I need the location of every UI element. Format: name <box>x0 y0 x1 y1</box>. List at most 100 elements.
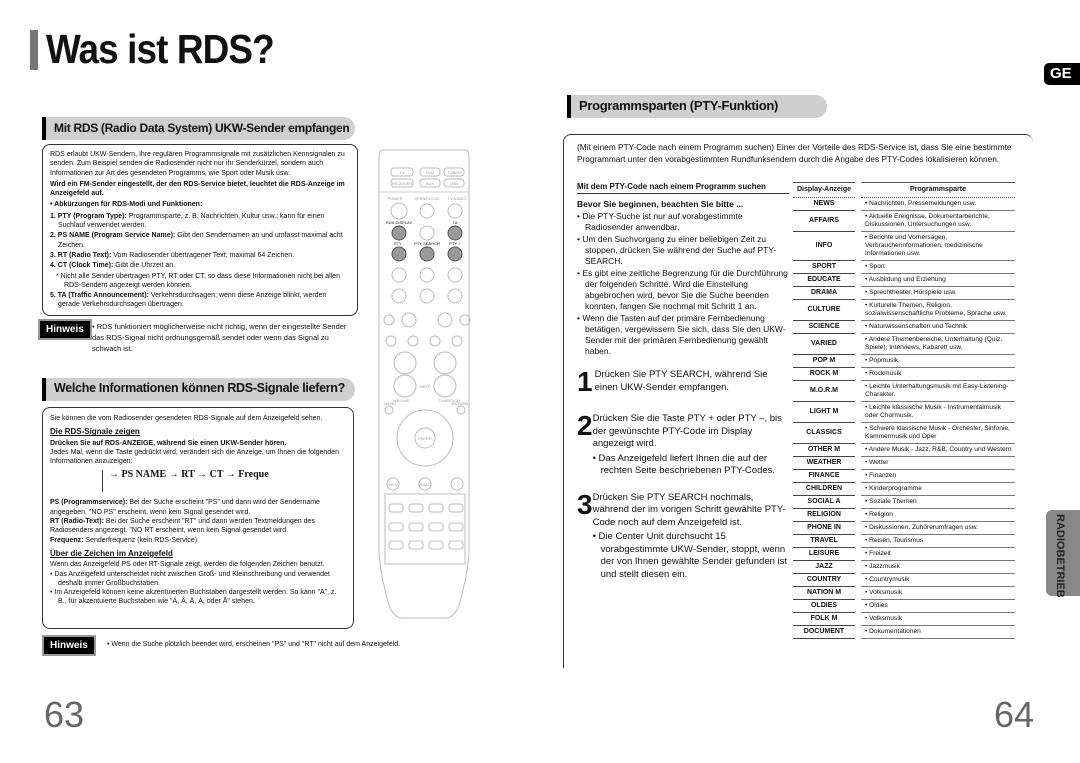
table-row: M.O.R.M • Leichte Unterhaltungsmusik mit … <box>793 380 1015 402</box>
pty-table-wrapper: Display-Anzeige Programmsparte NEWS • Nac… <box>793 182 1015 639</box>
pty-description: • Sport <box>861 260 1015 274</box>
term: Frequenz: <box>50 536 84 544</box>
term: RT (Radio-Text): <box>50 518 104 526</box>
signals-box: Sie können die vom Radiosender gesendete… <box>42 407 354 629</box>
pty-description: • Finanzen <box>861 469 1015 483</box>
table-row: DRAMA • Sprechtheater, Hörspiele usw. <box>793 286 1015 300</box>
page-number: 64 <box>994 694 1035 735</box>
pty-description: • Freizeit <box>861 547 1015 561</box>
table-row: LEISURE • Freizeit <box>793 547 1015 561</box>
before-heading: Bevor Sie beginnen, beachten Sie bitte .… <box>577 199 744 209</box>
pty-code: COUNTRY <box>793 573 855 587</box>
pty-description: • Schwere klassische Musik - Orchester, … <box>861 422 1015 444</box>
bullet: • Die PTY-Suche ist nur auf vorabgestimm… <box>577 211 743 232</box>
step-number: 3 <box>577 488 593 520</box>
pty-description: • Berichte und Vorhersagen, Verbraucheri… <box>861 231 1015 261</box>
pty-code: DOCUMENT <box>793 625 855 639</box>
term: 4. CT (Clock Time): <box>50 262 114 270</box>
pty-code: LIGHT M <box>793 401 855 423</box>
remote-control-illustration: TV DVD TUNER RECEIVER AUX USB POWER OPEN… <box>378 149 471 619</box>
subheading: Mit dem PTY-Code nach einem Programm suc… <box>577 181 789 194</box>
pty-code: CHILDREN <box>793 482 855 496</box>
open-close-label: OPEN/CLOSE <box>414 196 440 201</box>
bold-note: Wird ein FM-Sender eingestellt, der den … <box>50 180 345 198</box>
table-row: COUNTRY • Countrymusik <box>793 573 1015 587</box>
pty-description: • Kinderprogramme <box>861 482 1015 496</box>
title-accent-bar <box>30 30 38 70</box>
display-cycle-diagram: → PS NAME → RT → CT → Freque <box>102 470 346 493</box>
table-row: ROCK M • Rockmusik <box>793 367 1015 381</box>
pty-description: • Andere Musik - Jazz, R&B, Country und … <box>861 443 1015 457</box>
step-3: 3 Drücken Sie PTY SEARCH nochmals, währen… <box>577 488 789 582</box>
pty-search-label: PTY SEARCH <box>414 241 440 246</box>
dvd-button-label: DVD <box>426 170 435 175</box>
definition: Senderfrequenz (kein RDS-Service) <box>83 536 198 544</box>
usb-button-label: USB <box>450 181 459 186</box>
bullet: • Wenn die Tasten auf der primäre Fernbe… <box>577 313 786 356</box>
pty-description: • Popmusik <box>861 354 1015 368</box>
table-row: JAZZ • Jazzmusik <box>793 560 1015 574</box>
step-1: 1 Drücken Sie PTY SEARCH, während Sie ein… <box>577 368 789 396</box>
pty-description: • Kulturelle Themen, Religion, sozialwis… <box>861 299 1015 321</box>
receiver-button-label: RECEIVER <box>392 181 413 186</box>
pty-code: LEISURE <box>793 547 855 561</box>
ta-label: TA <box>453 220 458 225</box>
pty-code: CULTURE <box>793 299 855 321</box>
term: 2. PS NAME (Program Service Name): <box>50 232 176 240</box>
term: 1. PTY (Program Type): <box>50 212 127 220</box>
pty-description: • Jazzmusik <box>861 560 1015 574</box>
table-row: SOCIAL A • Soziale Themen <box>793 495 1015 509</box>
pty-code: VARIED <box>793 333 855 355</box>
column-header: Display-Anzeige <box>793 182 855 198</box>
definition: Gibt die Uhrzeit an. <box>113 262 176 270</box>
enter-label: ENTER <box>418 436 432 441</box>
pty-code: INFO <box>793 231 855 261</box>
mute-label: MUTE <box>419 384 431 389</box>
abbr-title: • Abkürzungen für RDS-Modi und Funktione… <box>50 201 203 209</box>
pty-code: FOLK M <box>793 612 855 626</box>
table-row: EDUCATE • Ausbildung und Erziehung <box>793 273 1015 287</box>
pty-code: AFFAIRS <box>793 210 855 232</box>
pty-code: ROCK M <box>793 367 855 381</box>
intro-text: Sie können die vom Radiosender gesendete… <box>50 415 323 422</box>
pty-description: • Dokumentationen <box>861 625 1015 639</box>
section-heading-pty: Programmsparten (PTY-Funktion) <box>567 95 827 118</box>
hinweis-label: Hinweis <box>38 319 92 340</box>
pty-description: • Leichte klassische Musik - Instrumenta… <box>861 401 1015 423</box>
table-row: FINANCE • Finanzen <box>793 469 1015 483</box>
page-number: 63 <box>44 694 85 735</box>
bullet: • Es gibt eine zeitliche Begrenzung für … <box>577 268 788 311</box>
step-text: Drücken Sie PTY SEARCH, während Sie eine… <box>594 369 768 393</box>
pty-code: RELIGION <box>793 508 855 522</box>
table-row: AFFAIRS • Aktuelle Ereignisse, Dokumentar… <box>793 210 1015 232</box>
language-badge: GE <box>1044 63 1080 85</box>
text: Wenn das Anzeigefeld PS oder RT-Signale … <box>50 561 325 569</box>
bullet: • Das Anzeigefeld unterscheidet nicht zw… <box>50 570 330 587</box>
pty-plus-label: PTY + <box>449 241 461 246</box>
pty-description: • Leichte Unterhaltungsmusik mit Easy-Li… <box>861 380 1015 402</box>
section-heading-signals: Welche Informationen können RDS-Signale … <box>42 378 355 401</box>
table-row: CLASSICS • Schwere klassische Musik - Orc… <box>793 422 1015 444</box>
step-text: Drücken Sie die Taste PTY + oder PTY –, … <box>592 413 782 449</box>
tv-video-label: TV/VIDEO <box>448 196 467 201</box>
table-row: SCIENCE • Naturwissenschaften und Technik <box>793 320 1015 334</box>
table-row: CULTURE • Kulturelle Themen, Religion, so… <box>793 299 1015 321</box>
pty-code: EDUCATE <box>793 273 855 287</box>
instruction-text: Jedes Mal, wenn die Taste gedrückt wird,… <box>50 448 339 466</box>
section-heading-rds: Mit RDS (Radio Data System) UKW-Sender e… <box>42 117 355 140</box>
table-row: RELIGION • Religion <box>793 508 1015 522</box>
table-row: DOCUMENT • Dokumentationen <box>793 625 1015 639</box>
table-row: PHONE IN • Diskussionen, Zuhörerumfragen … <box>793 521 1015 535</box>
pty-description: • Nachrichten, Pressemeldungen usw. <box>861 197 1015 211</box>
menu-label: MENU <box>384 401 396 406</box>
term: 5. TA (Traffic Announcement): <box>50 292 149 300</box>
term: 3. RT (Radio Text): <box>50 251 112 259</box>
table-row: FOLK M • Volksmusik <box>793 612 1015 626</box>
pty-code: CLASSICS <box>793 422 855 444</box>
column-header: Programmsparte <box>861 182 1015 198</box>
pty-code: NEWS <box>793 197 855 211</box>
pty-code: DRAMA <box>793 286 855 300</box>
bullet: • Im Anzeigefeld können keine akzentuier… <box>50 589 337 606</box>
note: * Nicht alle Sender übertragen PTY, RT o… <box>56 272 341 289</box>
term: PS (Programmservice): <box>50 499 128 507</box>
